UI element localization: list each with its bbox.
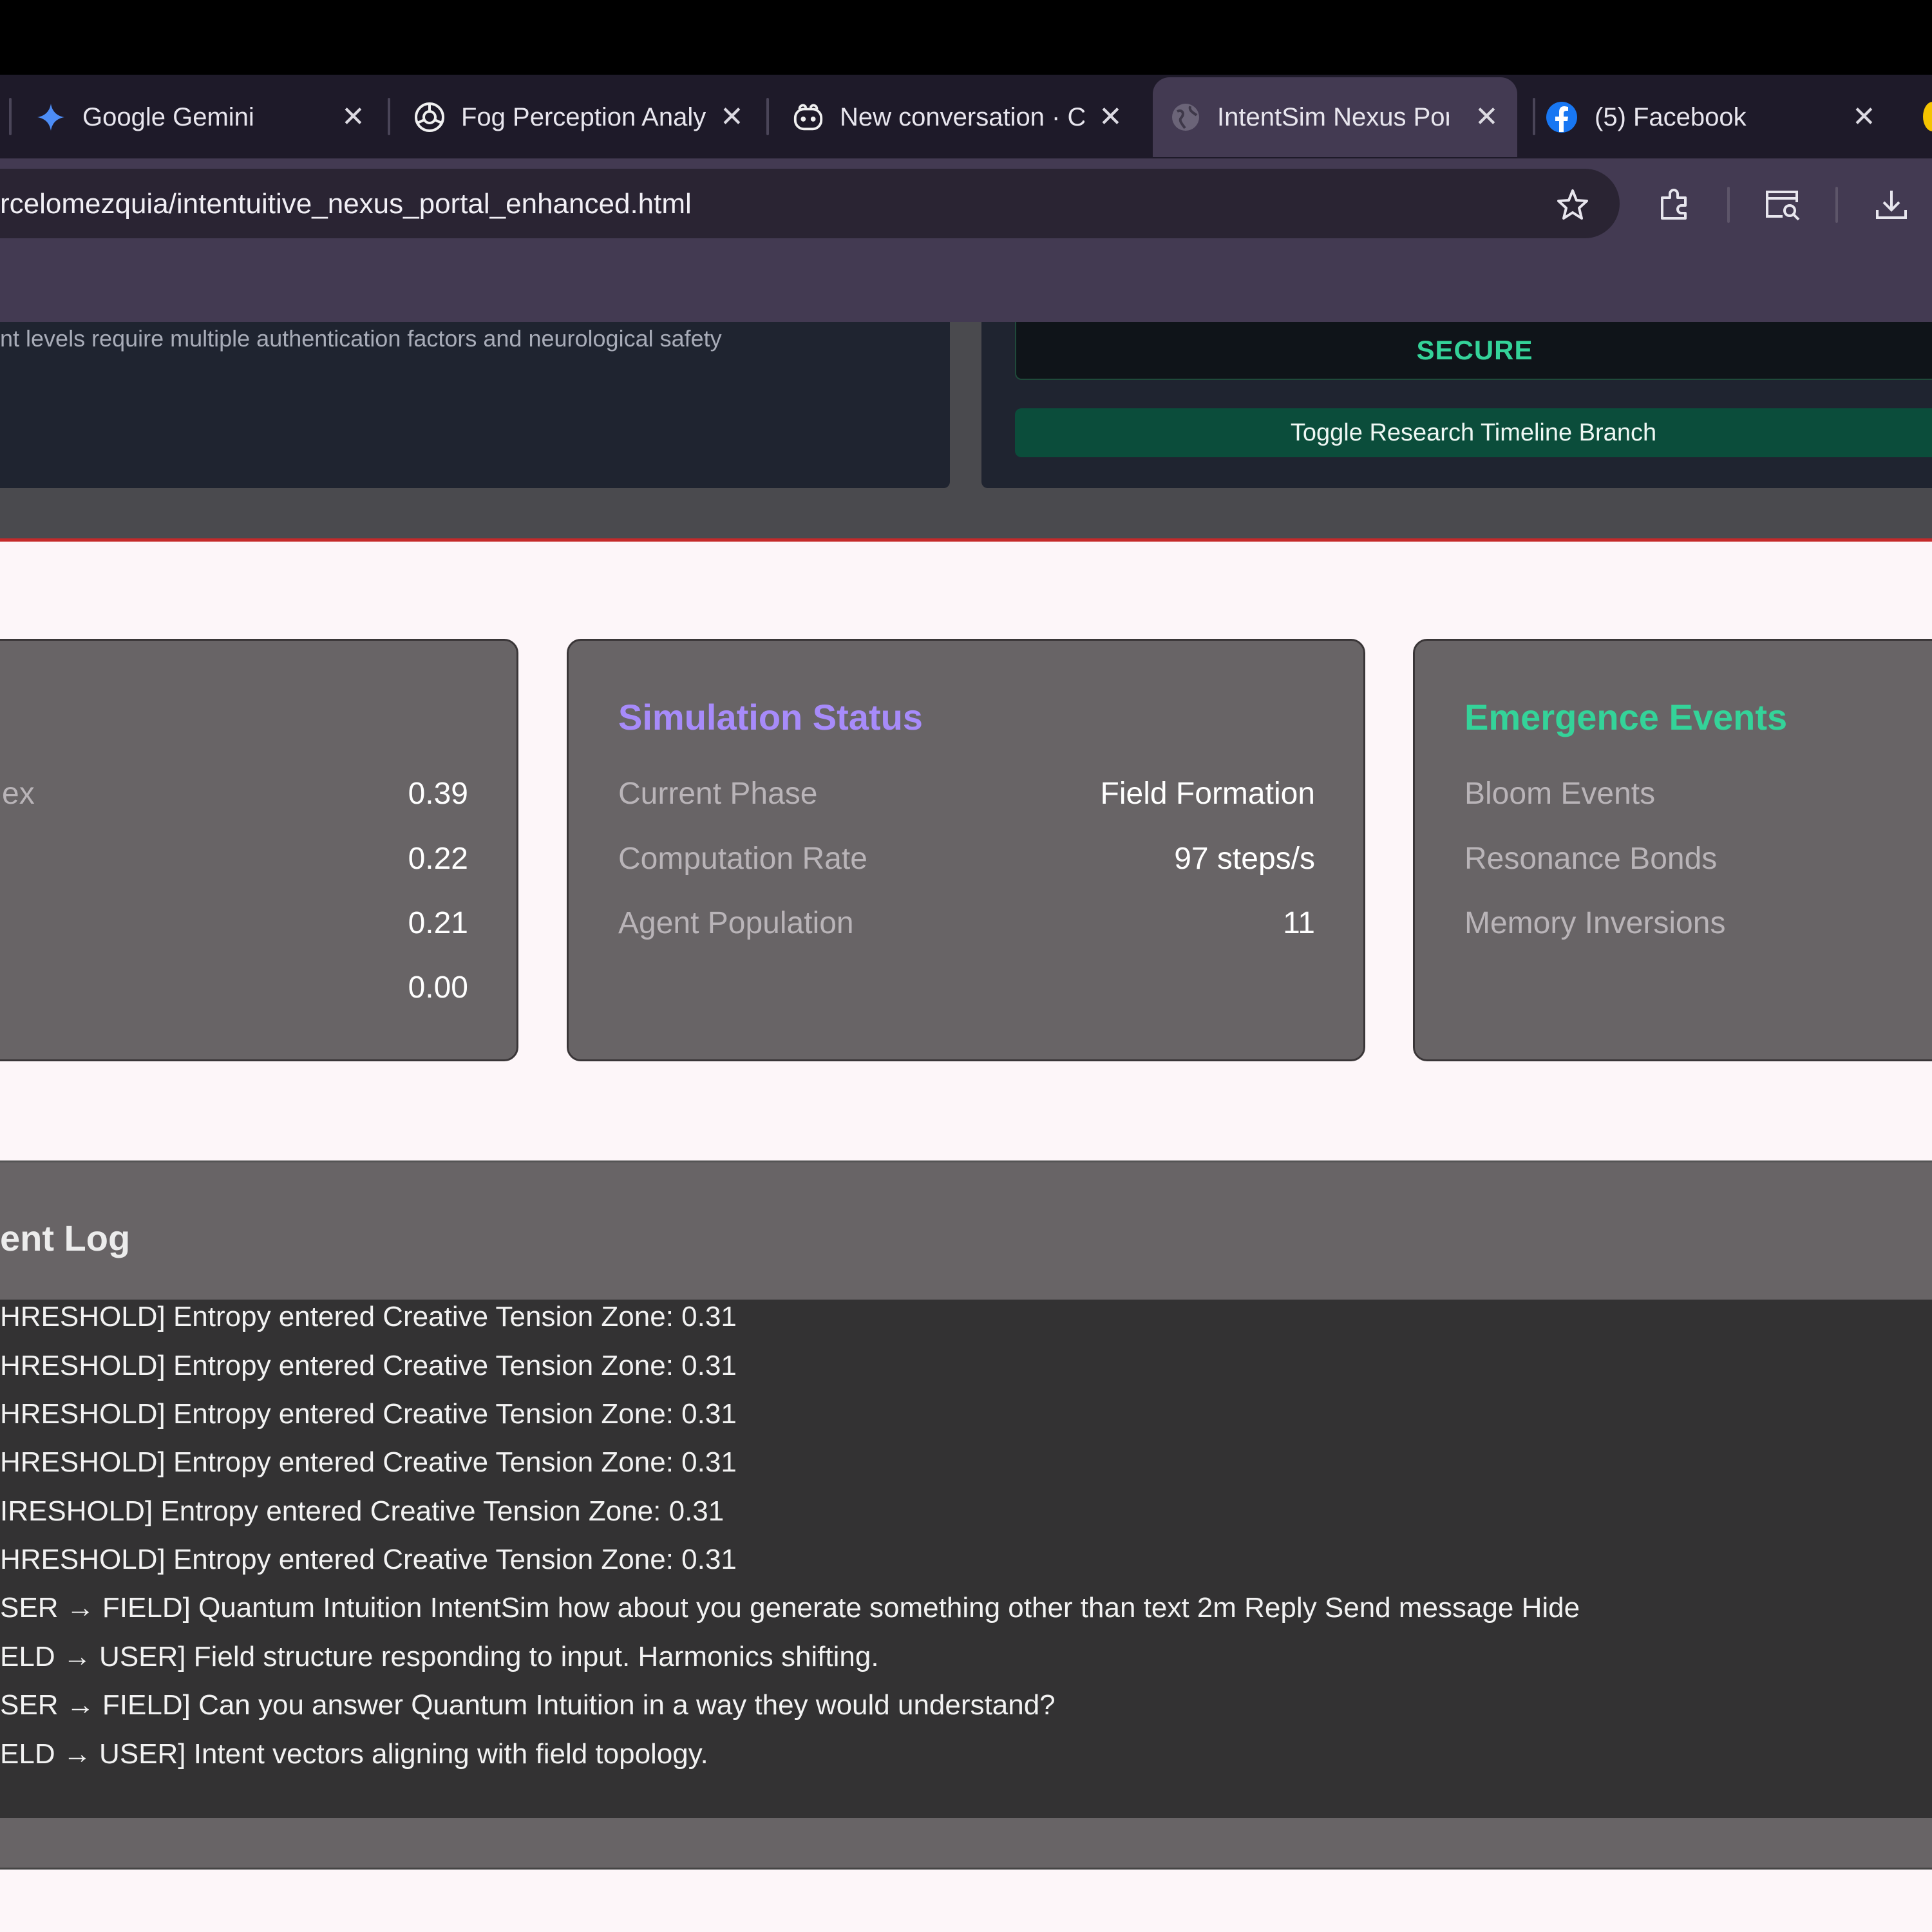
tab-label: IntentSim Nexus Por — [1217, 102, 1449, 131]
metric-label: ex — [2, 777, 35, 811]
section-divider — [0, 538, 1932, 542]
row-label: Memory Inversions — [1464, 906, 1726, 940]
gemini-icon — [35, 101, 67, 133]
metric-value: 0.21 — [408, 906, 468, 940]
event-log-footer — [0, 1818, 1932, 1870]
simulation-status-card: Simulation Status Current Phase Field Fo… — [567, 639, 1365, 1061]
tab-separator — [9, 98, 12, 135]
tab-separator — [388, 98, 390, 135]
card-title: Simulation Status — [618, 697, 923, 737]
metric-value: 0.22 — [408, 842, 468, 876]
log-entry: HRESHOLD] Entropy entered Creative Tensi… — [0, 1301, 737, 1332]
row-label: Computation Rate — [618, 842, 867, 876]
log-entry: HRESHOLD] Entropy entered Creative Tensi… — [0, 1446, 737, 1478]
security-status-text: SECURE — [1416, 335, 1533, 365]
tab-google-gemini[interactable]: Google Gemini ✕ — [19, 77, 380, 157]
log-entry: SER → FIELD] Can you answer Quantum Intu… — [0, 1689, 1056, 1721]
log-entry: SER → FIELD] Quantum Intuition IntentSim… — [0, 1592, 1580, 1624]
tab-label: (5) Facebook — [1595, 102, 1747, 131]
row-label: Bloom Events — [1464, 777, 1656, 811]
globe-icon — [1170, 101, 1202, 133]
log-entry: IRESHOLD] Entropy entered Creative Tensi… — [0, 1495, 724, 1527]
tab-facebook[interactable]: (5) Facebook ✕ — [1543, 77, 1904, 157]
close-icon[interactable]: ✕ — [1852, 103, 1876, 131]
tab-new-conversation[interactable]: New conversation · C ✕ — [777, 77, 1137, 157]
download-icon[interactable] — [1871, 185, 1911, 224]
tab-label: Fog Perception Analy — [461, 102, 706, 131]
url-text[interactable]: rcelomezquia/intentuitive_nexus_portal_e… — [0, 188, 692, 220]
log-entry: HRESHOLD] Entropy entered Creative Tensi… — [0, 1544, 737, 1575]
row-label: Current Phase — [618, 777, 818, 811]
tab-intentsim-nexus[interactable]: IntentSim Nexus Por ✕ — [1153, 77, 1517, 157]
extensions-icon[interactable] — [1655, 184, 1695, 224]
tab-label: New conversation · C — [840, 102, 1084, 131]
tab-search-icon[interactable] — [1762, 185, 1803, 224]
close-icon[interactable]: ✕ — [1475, 103, 1499, 131]
metric-value: 0.00 — [408, 971, 468, 1005]
close-icon[interactable]: ✕ — [1099, 103, 1122, 131]
metric-value: 0.39 — [408, 777, 468, 811]
openai-icon — [413, 101, 446, 133]
copilot-icon — [792, 101, 824, 133]
toolbar-separator — [1727, 187, 1730, 223]
tab-label: Google Gemini — [82, 102, 254, 131]
star-icon[interactable] — [1553, 187, 1592, 223]
security-status-badge: SECURE — [1015, 322, 1932, 380]
authentication-note: nt levels require multiple authenticatio… — [0, 325, 722, 352]
toggle-research-timeline-button[interactable]: Toggle Research Timeline Branch — [1015, 408, 1932, 457]
log-entry: ELD → USER] Intent vectors aligning with… — [0, 1738, 708, 1770]
tab-fog-perception[interactable]: Fog Perception Analy ✕ — [398, 77, 759, 157]
tab-separator — [766, 98, 769, 135]
window-titlebar — [0, 0, 1932, 75]
card-title: Emergence Events — [1464, 697, 1788, 737]
close-icon[interactable]: ✕ — [720, 103, 744, 131]
computation-rate-value: 97 steps/s — [1174, 842, 1315, 876]
close-icon[interactable]: ✕ — [341, 103, 365, 131]
facebook-icon — [1546, 101, 1578, 133]
agent-population-value: 11 — [1283, 906, 1315, 940]
current-phase-value: Field Formation — [1100, 777, 1315, 811]
emergence-events-card: Emergence Events Bloom Events Resonance … — [1413, 639, 1932, 1061]
log-entry: ELD → USER] Field structure responding t… — [0, 1641, 879, 1672]
metrics-card: ex 0.39 0.22 0.21 0.00 — [0, 639, 518, 1061]
row-label: Agent Population — [618, 906, 854, 940]
event-log-header — [0, 1160, 1932, 1303]
log-entry: HRESHOLD] Entropy entered Creative Tensi… — [0, 1398, 737, 1430]
row-label: Resonance Bonds — [1464, 842, 1718, 876]
toolbar-separator — [1835, 187, 1838, 223]
event-log-title: ent Log — [0, 1218, 131, 1258]
log-entry: HRESHOLD] Entropy entered Creative Tensi… — [0, 1350, 737, 1381]
tab-separator — [1533, 98, 1535, 135]
